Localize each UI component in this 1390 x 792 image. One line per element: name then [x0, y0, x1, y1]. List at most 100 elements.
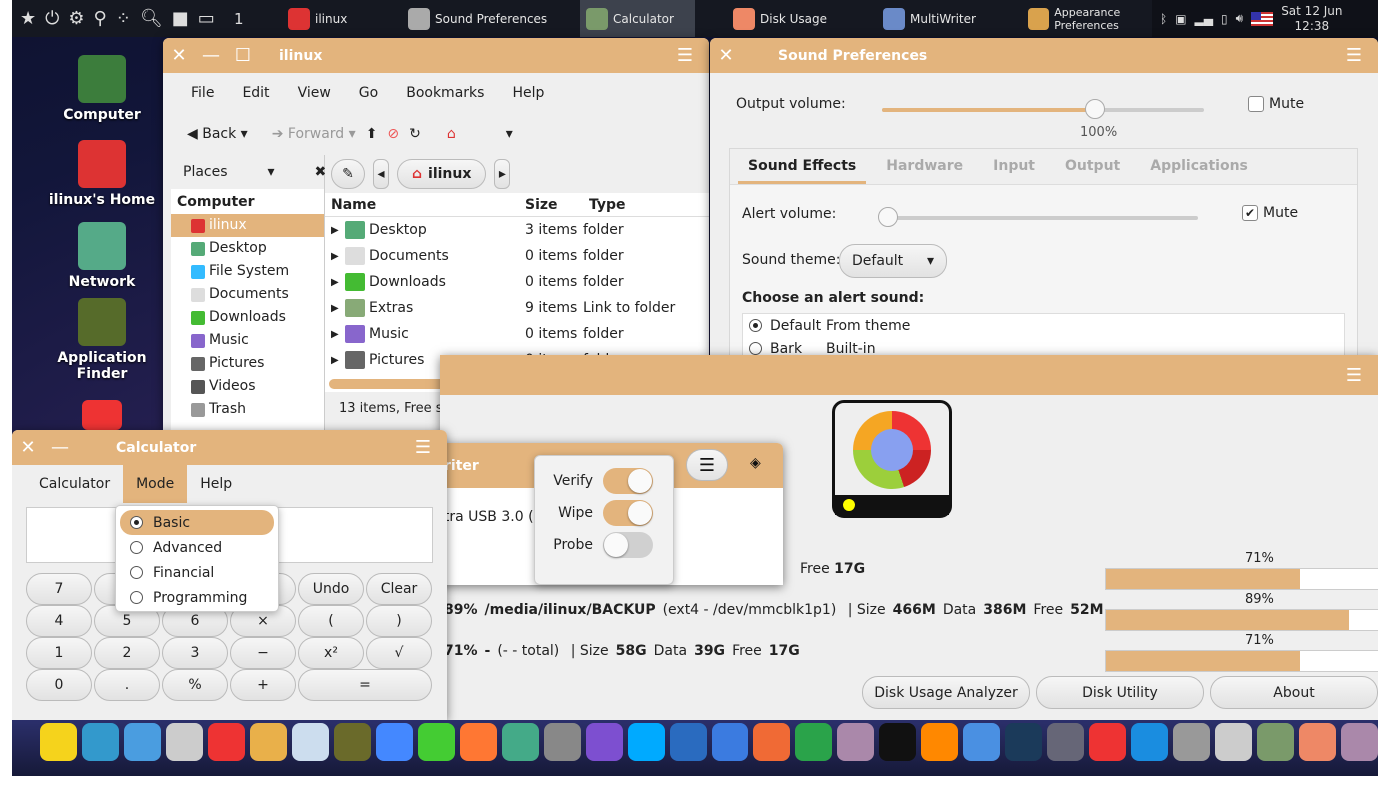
file-row[interactable]: ▶ Desktop 3 items folder	[325, 217, 709, 243]
menu-item[interactable]: File	[177, 85, 228, 113]
menu-item[interactable]: Bookmarks	[392, 85, 498, 113]
mode-option[interactable]: Basic	[120, 510, 274, 535]
dock-app-icon[interactable]	[921, 723, 959, 761]
sidebar-item[interactable]: Videos	[171, 375, 324, 398]
close-icon[interactable]: ✕	[12, 437, 44, 458]
minimize-icon[interactable]: —	[44, 437, 76, 458]
settings-toggle-icon[interactable]: ⚙	[68, 8, 84, 29]
calc-key[interactable]: )	[366, 605, 432, 637]
expander-icon[interactable]: ▶	[325, 329, 339, 340]
dock-app-icon[interactable]	[81, 723, 119, 761]
menu-button[interactable]: ☰	[686, 449, 728, 481]
toolbar-overflow-icon[interactable]: ▾	[506, 126, 513, 142]
option-toggle[interactable]	[603, 532, 653, 558]
taskbar-item[interactable]: MultiWriter	[877, 0, 1007, 37]
path-button-home[interactable]: ⌂ ilinux	[397, 159, 487, 189]
battery-icon[interactable]: ▣	[1175, 12, 1186, 26]
close-icon[interactable]: ✕	[163, 45, 195, 66]
hamburger-menu-icon[interactable]: ☰	[1338, 45, 1370, 66]
dock-app-icon[interactable]	[40, 723, 77, 761]
file-row[interactable]: ▶ Extras 9 items Link to folder	[325, 295, 709, 321]
dock-app-icon[interactable]	[543, 723, 581, 761]
sound-theme-dropdown[interactable]: Default ▾	[839, 244, 947, 278]
desktop-icon[interactable]: Network	[42, 222, 162, 290]
tab[interactable]: Hardware	[876, 149, 973, 184]
menu-item[interactable]: Calculator	[26, 465, 123, 503]
hamburger-menu-icon[interactable]: ☰	[669, 45, 701, 66]
menu-item[interactable]: Mode	[123, 465, 188, 503]
expander-icon[interactable]: ▶	[325, 303, 339, 314]
calc-key[interactable]: 1	[26, 637, 92, 669]
folder-icon[interactable]: ■	[172, 8, 189, 29]
calc-key[interactable]: Clear	[366, 573, 432, 605]
menu-item[interactable]: Edit	[228, 85, 283, 113]
file-row[interactable]: ▶ Documents 0 items folder	[325, 243, 709, 269]
dock-app-icon[interactable]	[1299, 723, 1337, 761]
dock-app-icon[interactable]	[753, 723, 791, 761]
dock-app-icon[interactable]	[249, 723, 287, 761]
column-type[interactable]: Type	[589, 197, 626, 213]
menu-item[interactable]: Help	[187, 465, 245, 503]
taskbar-item[interactable]: Sound Preferences	[402, 0, 572, 37]
dock-app-icon[interactable]	[1341, 723, 1378, 761]
binoculars-icon[interactable]: ⚲	[94, 8, 107, 29]
about-button[interactable]: About	[1210, 676, 1378, 709]
desktop-icon[interactable]: Application Finder	[42, 298, 162, 382]
sidebar-item[interactable]: Desktop	[171, 237, 324, 260]
up-icon[interactable]: ⬆	[366, 126, 378, 142]
mode-option[interactable]: Advanced	[120, 535, 274, 560]
option-toggle[interactable]	[603, 468, 653, 494]
calc-key[interactable]: 0	[26, 669, 92, 701]
bluetooth-icon[interactable]: ᛒ	[1160, 12, 1167, 26]
expander-icon[interactable]: ▶	[325, 355, 339, 366]
dock-app-icon[interactable]	[1173, 723, 1211, 761]
path-left-button[interactable]: ◂	[373, 159, 389, 189]
dock-app-icon[interactable]	[963, 723, 1001, 761]
option-toggle[interactable]	[603, 500, 653, 526]
disk-usage-titlebar[interactable]: ☰	[440, 355, 1378, 395]
alert-sound-row[interactable]: Default From theme	[743, 314, 1344, 337]
taskbar-item[interactable]: Appearance Preferences	[1022, 0, 1147, 37]
calc-key[interactable]: =	[298, 669, 432, 701]
file-row[interactable]: ▶ Music 0 items folder	[325, 321, 709, 347]
column-size[interactable]: Size	[525, 197, 589, 213]
sidebar-item[interactable]: File System	[171, 260, 324, 283]
calc-key[interactable]: Undo	[298, 573, 364, 605]
minimize-icon[interactable]: —	[195, 45, 227, 66]
sidebar-item[interactable]: Trash	[171, 398, 324, 421]
calc-key[interactable]: %	[162, 669, 228, 701]
menu-item[interactable]: Go	[345, 85, 392, 113]
dock-app-icon[interactable]	[1257, 723, 1295, 761]
home-icon[interactable]: ⌂	[447, 126, 456, 142]
sound-titlebar[interactable]: ✕ Sound Preferences ☰	[710, 38, 1378, 73]
disk-utility-button[interactable]: Disk Utility	[1036, 676, 1204, 709]
calc-key[interactable]: √	[366, 637, 432, 669]
dock-app-icon[interactable]	[123, 723, 161, 761]
dock-app-icon[interactable]	[291, 723, 329, 761]
dock-app-icon[interactable]	[711, 723, 749, 761]
disk-usage-analyzer-button[interactable]: Disk Usage Analyzer	[862, 676, 1030, 709]
taskbar-item[interactable]: Calculator	[580, 0, 695, 37]
dock-app-icon[interactable]	[837, 723, 875, 761]
calc-key[interactable]: x²	[298, 637, 364, 669]
output-mute-checkbox[interactable]	[1248, 96, 1264, 112]
calc-key[interactable]: 3	[162, 637, 228, 669]
tab[interactable]: Applications	[1140, 149, 1258, 184]
calc-key[interactable]: .	[94, 669, 160, 701]
star-icon[interactable]: ★	[20, 8, 36, 29]
search-icon[interactable]: 🔍︎	[140, 8, 163, 29]
expander-icon[interactable]: ▶	[325, 251, 339, 262]
taskbar-item[interactable]: ilinux	[282, 0, 392, 37]
radio-button[interactable]	[749, 342, 762, 355]
tab[interactable]: Output	[1055, 149, 1130, 184]
dock-app-icon[interactable]	[669, 723, 707, 761]
edit-path-button[interactable]: ✎	[331, 159, 365, 189]
us-flag-icon[interactable]	[1251, 11, 1274, 26]
dock-app-icon[interactable]	[165, 723, 203, 761]
signal-icon[interactable]: ▂▄	[1195, 12, 1213, 26]
sidebar-item[interactable]: ilinux	[171, 214, 324, 237]
dock-app-icon[interactable]	[1005, 723, 1043, 761]
expander-icon[interactable]: ▶	[325, 277, 339, 288]
usb-icon[interactable]: ▯	[1221, 12, 1228, 26]
sidebar-item[interactable]: Downloads	[171, 306, 324, 329]
